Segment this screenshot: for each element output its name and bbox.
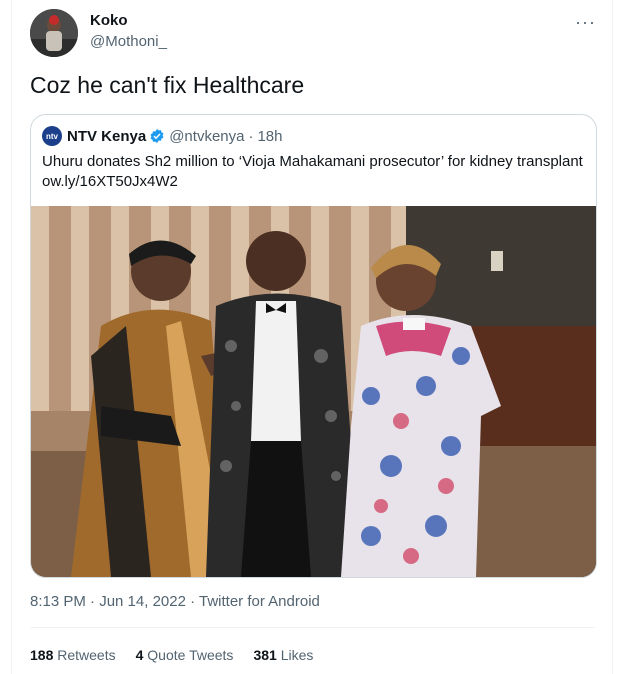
quoted-tweet[interactable]: ntv NTV Kenya @ntvkenya · 18h Uhuru dona… — [30, 114, 597, 578]
quoted-tweet-text: Uhuru donates Sh2 million to ‘Vioja Maha… — [42, 153, 583, 190]
avatar[interactable] — [30, 9, 78, 57]
tweet-text: Coz he can't fix Healthcare — [30, 72, 305, 98]
quote-tweets-stat[interactable]: 4 Quote Tweets — [136, 647, 234, 663]
retweets-stat[interactable]: 188 Retweets — [30, 647, 116, 663]
quoted-time[interactable]: 18h — [257, 128, 282, 145]
likes-label: Likes — [280, 647, 314, 663]
ntv-logo: ntv — [42, 126, 62, 146]
quotes-count: 4 — [135, 647, 144, 663]
likes-count: 381 — [253, 647, 277, 663]
user-handle[interactable]: @Mothoni_ — [90, 33, 167, 50]
retweets-label: Retweets — [57, 647, 116, 663]
retweets-count: 188 — [30, 647, 54, 663]
tweet-timestamp[interactable]: 8:13 PM · Jun 14, 2022 · Twitter for And… — [30, 593, 320, 610]
quotes-label: Quote Tweets — [147, 647, 234, 663]
likes-stat[interactable]: 381 Likes — [253, 647, 313, 663]
quoted-photo[interactable] — [31, 206, 596, 577]
verified-badge-icon — [150, 129, 164, 143]
user-name[interactable]: Koko — [90, 12, 128, 29]
quoted-author-name[interactable]: NTV Kenya — [67, 128, 146, 145]
quoted-author-handle[interactable]: @ntvkenya — [169, 128, 244, 145]
meta-separator: · — [248, 127, 254, 145]
tweet-stats: 188 Retweets 4 Quote Tweets 381 Likes — [30, 647, 313, 663]
divider — [30, 627, 595, 628]
more-options-icon[interactable]: ··· — [575, 12, 596, 33]
quoted-tweet-header: ntv NTV Kenya @ntvkenya · 18h — [42, 126, 283, 146]
